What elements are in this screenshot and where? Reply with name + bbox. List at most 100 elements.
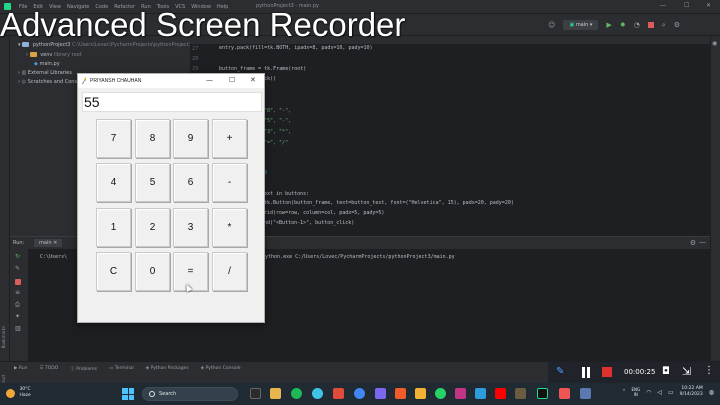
settings-gear-icon[interactable]: ⚙ bbox=[674, 21, 680, 29]
main-py-row[interactable]: ◆ main.py bbox=[34, 61, 60, 67]
recorder-menu-icon[interactable]: ⋮ bbox=[704, 365, 714, 376]
wrench-icon[interactable]: ✎ bbox=[15, 265, 20, 272]
bookmarks-strip-label[interactable]: Bookmarks bbox=[1, 326, 6, 348]
calc-button-1[interactable]: 1 bbox=[96, 208, 131, 247]
bottom-tab-todo[interactable]: ☰ TODO bbox=[40, 366, 59, 371]
calculator-minimize-button[interactable]: — bbox=[206, 76, 213, 84]
calc-button-9[interactable]: 9 bbox=[173, 119, 208, 158]
calculator-close-button[interactable]: ✕ bbox=[250, 76, 256, 84]
menu-tools[interactable]: Tools bbox=[157, 4, 169, 10]
teams-icon[interactable] bbox=[375, 388, 386, 399]
bottom-tab-problems[interactable]: ⓘ Problems bbox=[70, 366, 97, 372]
tray-chevron-up-icon[interactable]: ˄ bbox=[623, 389, 626, 396]
start-windows-icon[interactable] bbox=[122, 388, 134, 400]
calculator-maximize-button[interactable]: ☐ bbox=[229, 76, 235, 84]
youtube-icon[interactable] bbox=[495, 388, 506, 399]
expand-icon[interactable]: ⇲ bbox=[682, 365, 691, 378]
print-icon[interactable]: ⎙ bbox=[15, 301, 20, 309]
calc-button-5[interactable]: 5 bbox=[135, 163, 170, 202]
menu-vcs[interactable]: VCS bbox=[175, 4, 185, 10]
language-indicator[interactable]: ENG IN bbox=[632, 387, 641, 397]
recorder-taskbar-icon[interactable] bbox=[559, 388, 570, 399]
run-tab-main[interactable]: main ✕ bbox=[34, 239, 63, 247]
venv-row[interactable]: › venv library root bbox=[26, 52, 82, 58]
bottom-tab-python-packages[interactable]: ◈ Python Packages bbox=[146, 366, 189, 371]
python-taskbar-icon[interactable] bbox=[580, 388, 591, 399]
calc-button-8[interactable]: 8 bbox=[135, 119, 170, 158]
stop-record-icon[interactable] bbox=[602, 367, 612, 377]
pen-annotate-icon[interactable]: ✎ bbox=[556, 366, 564, 377]
calculator-display-entry[interactable]: 55 bbox=[82, 92, 262, 112]
run-settings-gear-icon[interactable]: ⚙ bbox=[690, 239, 696, 247]
battery-icon[interactable]: ▭ bbox=[668, 389, 674, 396]
run-config-select[interactable]: ▣ main ▾ bbox=[563, 20, 599, 30]
whatsapp-icon[interactable] bbox=[435, 388, 446, 399]
external-libraries-row[interactable]: › ▥ External Libraries bbox=[18, 70, 72, 76]
menu-help[interactable]: Help bbox=[217, 4, 228, 10]
menu-code[interactable]: Code bbox=[95, 4, 108, 10]
office-icon[interactable] bbox=[333, 388, 344, 399]
ide-close-button[interactable]: ✕ bbox=[706, 2, 711, 9]
trash-icon[interactable]: ▥ bbox=[15, 325, 21, 332]
pause-icon[interactable] bbox=[582, 367, 590, 378]
pin-icon[interactable]: ✦ bbox=[15, 313, 20, 320]
bottom-tab-terminal[interactable]: ▭ Terminal bbox=[109, 366, 134, 371]
calc-button-plus[interactable]: + bbox=[212, 119, 247, 158]
edge-icon[interactable] bbox=[312, 388, 323, 399]
menu-edit[interactable]: Edit bbox=[33, 4, 43, 10]
menu-window[interactable]: Window bbox=[191, 4, 211, 10]
instagram-icon[interactable] bbox=[455, 388, 466, 399]
calc-button-6[interactable]: 6 bbox=[173, 163, 208, 202]
menu-view[interactable]: View bbox=[49, 4, 61, 10]
scroll-icon[interactable]: ≡ bbox=[15, 289, 20, 296]
taskbar-search-box[interactable]: Search bbox=[142, 387, 238, 401]
app-icon[interactable] bbox=[515, 388, 526, 399]
task-view-icon[interactable] bbox=[250, 388, 261, 399]
spotify-icon[interactable] bbox=[291, 388, 302, 399]
calc-button-3[interactable]: 3 bbox=[173, 208, 208, 247]
file-explorer-icon[interactable] bbox=[270, 388, 281, 399]
calc-button-7[interactable]: 7 bbox=[96, 119, 131, 158]
calc-button-0[interactable]: 0 bbox=[135, 252, 170, 291]
coverage-icon[interactable]: ◔ bbox=[634, 21, 640, 29]
calc-button-divide[interactable]: / bbox=[212, 252, 247, 291]
ide-maximize-button[interactable]: ☐ bbox=[684, 2, 689, 9]
code-editor[interactable]: 27 28 29 entry.pack(fill=tk.BOTH, ipadx=… bbox=[190, 36, 710, 236]
menu-file[interactable]: File bbox=[19, 4, 27, 10]
pycharm-taskbar-icon[interactable] bbox=[537, 388, 548, 399]
stop-icon[interactable] bbox=[647, 22, 654, 28]
mail-icon[interactable] bbox=[415, 388, 426, 399]
taskbar-clock[interactable]: 10:22 AM 9/14/2023 bbox=[680, 386, 703, 398]
calc-button-2[interactable]: 2 bbox=[135, 208, 170, 247]
rerun-icon[interactable]: ↻ bbox=[15, 253, 20, 260]
chevron-right-icon: › bbox=[26, 52, 28, 58]
code-line: ext in buttons: bbox=[264, 191, 310, 197]
calculator-title-bar[interactable]: PRIYANSH CHAUHAN — ☐ ✕ bbox=[78, 74, 264, 88]
menu-run[interactable]: Run bbox=[141, 4, 151, 10]
project-root-row[interactable]: ▾ pythonProject3 C:\Users\Lovec\PycharmP… bbox=[18, 42, 192, 48]
notification-bell-icon[interactable]: ◍ bbox=[709, 389, 714, 396]
brave-icon[interactable] bbox=[395, 388, 406, 399]
search-everywhere-icon[interactable]: ⌕ bbox=[662, 21, 666, 30]
chrome-icon[interactable] bbox=[354, 388, 365, 399]
menu-navigate[interactable]: Navigate bbox=[67, 4, 89, 10]
wifi-icon[interactable]: ◠ bbox=[646, 389, 651, 396]
notifications-icon[interactable]: ◉ bbox=[712, 40, 717, 47]
menu-refactor[interactable]: Refactor bbox=[114, 4, 135, 10]
run-play-icon[interactable]: ▶ bbox=[606, 21, 611, 29]
camera-icon[interactable]: ◘ bbox=[662, 366, 670, 377]
bottom-tab-run[interactable]: ▶ Run bbox=[14, 366, 28, 371]
ide-minimize-button[interactable]: — bbox=[660, 2, 666, 9]
calc-button-clear[interactable]: C bbox=[96, 252, 131, 291]
debug-icon[interactable]: ✹ bbox=[620, 21, 626, 29]
stop-run-icon[interactable] bbox=[15, 279, 21, 285]
calc-button-multiply[interactable]: * bbox=[212, 208, 247, 247]
weather-widget[interactable]: 30°C Haze bbox=[6, 387, 31, 399]
volume-icon[interactable]: ◁ bbox=[657, 389, 662, 396]
telegram-icon[interactable] bbox=[475, 388, 486, 399]
run-minimize-icon[interactable]: — bbox=[699, 238, 706, 246]
user-icon[interactable]: ☺ bbox=[548, 21, 555, 29]
calc-button-4[interactable]: 4 bbox=[96, 163, 131, 202]
calc-button-minus[interactable]: - bbox=[212, 163, 247, 202]
bottom-tab-python-console[interactable]: ◈ Python Console bbox=[201, 366, 241, 371]
